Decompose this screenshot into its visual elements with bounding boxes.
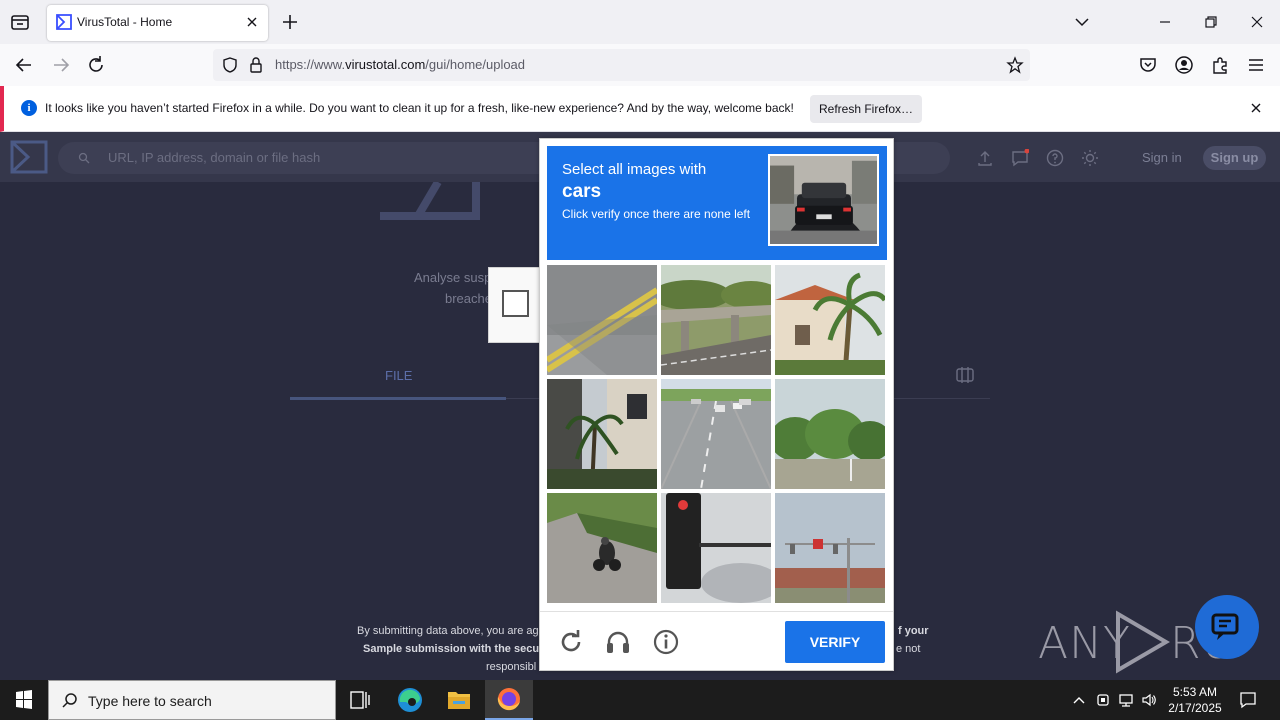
footer-line2-left: Sample submission with the secur	[363, 643, 544, 655]
url-prefix: https://www.	[275, 57, 346, 72]
info-icon: i	[21, 100, 37, 116]
search-icon	[62, 693, 77, 708]
taskbar: Type here to search 5:53 AM 2/17/2025	[0, 680, 1280, 720]
back-arrow-icon[interactable]	[13, 54, 35, 76]
tab-active-indicator	[290, 397, 506, 400]
tab-bar: VirusTotal - Home	[0, 0, 1280, 44]
refresh-firefox-button[interactable]: Refresh Firefox…	[810, 95, 922, 123]
forward-arrow-icon[interactable]	[50, 54, 72, 76]
footer-line3: responsibl	[486, 661, 537, 673]
taskbar-search-text: Type here to search	[88, 693, 212, 709]
verify-button[interactable]: VERIFY	[785, 621, 885, 663]
windows-start-icon[interactable]	[0, 680, 48, 720]
footer-line2-right: e not	[896, 643, 921, 655]
volume-icon[interactable]	[1141, 692, 1157, 708]
url-host: virustotal.com	[345, 57, 426, 72]
vt-subtitle-line1: Analyse susp	[414, 270, 492, 285]
firefox-taskbar-button[interactable]	[485, 680, 533, 720]
task-view-icon[interactable]	[336, 680, 384, 720]
footer-line1-right: f your	[898, 625, 929, 637]
upload-icon[interactable]	[976, 149, 994, 167]
theme-toggle-icon[interactable]	[1081, 149, 1099, 167]
network-icon[interactable]	[1118, 692, 1134, 708]
clock-time: 5:53 AM	[1172, 685, 1218, 699]
tab-title: VirusTotal - Home	[77, 15, 173, 29]
challenge-header: Select all images with cars Click verify…	[547, 146, 887, 260]
restore-icon[interactable]	[1201, 12, 1221, 32]
search-tab-icon[interactable]	[955, 366, 975, 384]
menu-icon[interactable]	[1245, 54, 1267, 76]
minimize-icon[interactable]	[1155, 12, 1175, 32]
footer-line1-left: By submitting data above, you are ag	[357, 625, 539, 637]
recaptcha-challenge: Select all images with cars Click verify…	[539, 138, 894, 671]
account-icon[interactable]	[1173, 54, 1195, 76]
tile-road-markings[interactable]	[547, 265, 657, 375]
tab-list-icon[interactable]	[8, 10, 32, 34]
lock-icon[interactable]	[248, 56, 264, 74]
challenge-target: cars	[562, 181, 602, 202]
address-bar[interactable]: https://www.virustotal.com/gui/home/uplo…	[213, 49, 1030, 81]
recaptcha-checkbox[interactable]	[502, 290, 529, 317]
tile-traffic-signal-pole[interactable]	[775, 493, 885, 603]
notification-bar: i It looks like you haven’t started Fire…	[0, 86, 1280, 132]
navigation-bar: https://www.virustotal.com/gui/home/uplo…	[0, 44, 1280, 86]
edge-icon[interactable]	[386, 680, 434, 720]
chevron-down-icon[interactable]	[1072, 12, 1092, 32]
tile-palm-building[interactable]	[547, 379, 657, 489]
help-icon[interactable]	[1046, 149, 1064, 167]
sign-up-button[interactable]: Sign up	[1203, 146, 1266, 170]
virustotal-large-logo-icon	[380, 182, 480, 220]
tile-highway-cars[interactable]	[661, 379, 771, 489]
notification-message: It looks like you haven’t started Firefo…	[45, 101, 794, 115]
shield-icon[interactable]	[221, 56, 239, 74]
vt-subtitle-line2: breache	[445, 291, 492, 306]
tile-trees[interactable]	[775, 379, 885, 489]
close-tab-icon[interactable]	[244, 14, 260, 30]
tile-palm-house[interactable]	[775, 265, 885, 375]
reload-challenge-icon[interactable]	[558, 629, 584, 655]
close-notification-icon[interactable]	[1249, 101, 1263, 115]
device-icon[interactable]	[1095, 692, 1111, 708]
search-icon	[78, 152, 90, 164]
notifications-icon[interactable]	[1011, 149, 1029, 167]
bookmark-star-icon[interactable]	[1006, 56, 1024, 74]
sign-in-link[interactable]: Sign in	[1142, 150, 1182, 165]
image-grid	[547, 265, 887, 605]
chat-button[interactable]	[1195, 595, 1259, 659]
pocket-icon[interactable]	[1137, 54, 1159, 76]
virustotal-logo-icon[interactable]	[10, 140, 48, 174]
tab-file[interactable]: FILE	[385, 368, 412, 383]
firefox-icon	[497, 688, 520, 711]
recaptcha-checkbox-widget	[488, 267, 540, 343]
close-window-icon[interactable]	[1247, 12, 1267, 32]
reload-icon[interactable]	[85, 54, 107, 76]
challenge-instruction: Select all images with	[562, 161, 707, 178]
file-explorer-icon[interactable]	[435, 680, 483, 720]
notification-center-icon[interactable]	[1239, 691, 1257, 709]
extensions-icon[interactable]	[1209, 54, 1231, 76]
url-text: https://www.virustotal.com/gui/home/uplo…	[275, 57, 525, 72]
example-car-image	[768, 154, 879, 246]
tile-motorcycle[interactable]	[547, 493, 657, 603]
chat-icon	[1211, 613, 1239, 640]
chevron-up-icon[interactable]	[1071, 692, 1087, 708]
clock-date: 2/17/2025	[1168, 701, 1222, 715]
tab-virustotal[interactable]: VirusTotal - Home	[47, 5, 268, 41]
taskbar-clock[interactable]: 5:53 AM 2/17/2025	[1162, 684, 1228, 716]
info-challenge-icon[interactable]	[653, 629, 679, 655]
tile-traffic-light[interactable]	[661, 493, 771, 603]
challenge-footer: VERIFY	[540, 611, 893, 671]
tile-bridge[interactable]	[661, 265, 771, 375]
challenge-hint: Click verify once there are none left	[562, 207, 751, 221]
virustotal-favicon-icon	[56, 14, 72, 30]
audio-challenge-icon[interactable]	[605, 629, 631, 655]
url-path: /gui/home/upload	[425, 57, 526, 72]
new-tab-icon[interactable]	[280, 12, 300, 32]
vt-search-placeholder: URL, IP address, domain or file hash	[108, 150, 321, 165]
taskbar-search-box[interactable]: Type here to search	[48, 680, 336, 720]
